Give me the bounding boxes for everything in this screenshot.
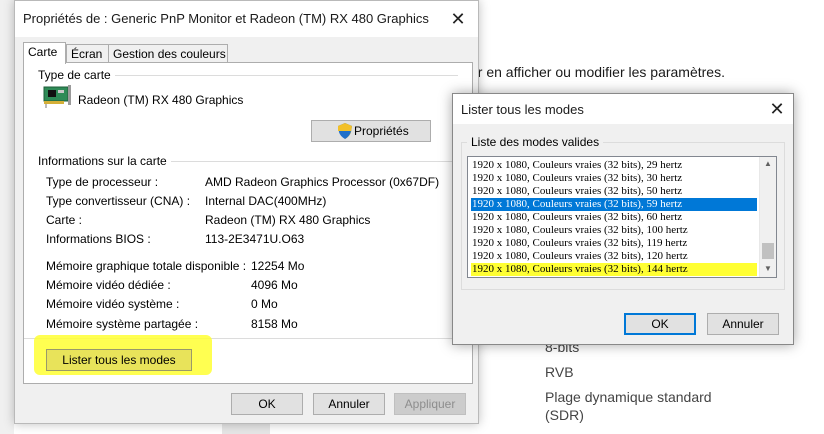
info-label-chip-type: Type de processeur : [46, 175, 159, 189]
memory-value-total: 12254 Mo [251, 259, 305, 273]
adapter-type-group-label: Type de carte [38, 68, 115, 82]
info-value-dac-type: Internal DAC(400MHz) [205, 194, 327, 208]
mode-item[interactable]: 1920 x 1080, Couleurs vraies (32 bits), … [471, 185, 757, 198]
adapter-tab-panel: Type de carte Radeon (TM) RX 480 Graphic… [23, 62, 473, 384]
dialog-close-icon[interactable]: ✕ [762, 95, 792, 123]
list-all-modes-button[interactable]: Lister tous les modes [46, 349, 192, 371]
shield-icon [338, 123, 352, 139]
title-bar: Propriétés de : Generic PnP Monitor et R… [15, 1, 478, 37]
modes-listbox[interactable]: 1920 x 1080, Couleurs vraies (32 bits), … [467, 156, 777, 278]
mode-item[interactable]: 1920 x 1080, Couleurs vraies (32 bits), … [471, 211, 757, 224]
info-label-adapter: Carte : [46, 213, 83, 227]
adapter-info-group-label: Informations sur la carte [38, 154, 171, 168]
graphics-card-icon [42, 84, 72, 110]
memory-value-dedicated: 4096 Mo [251, 278, 298, 292]
info-value-adapter: Radeon (TM) RX 480 Graphics [205, 213, 371, 227]
background-left-strip [0, 0, 14, 434]
adapter-type-group: Type de carte Radeon (TM) RX 480 Graphic… [38, 68, 458, 150]
adapter-name: Radeon (TM) RX 480 Graphics [78, 93, 244, 107]
scroll-down-arrow-icon[interactable]: ▼ [760, 262, 776, 276]
info-label-dac-type: Type convertisseur (CNA) : [46, 194, 191, 208]
cancel-button[interactable]: Annuler [313, 393, 385, 415]
memory-label-total: Mémoire graphique totale disponible : [46, 259, 247, 273]
dialog-title-bar: Lister tous les modes ✕ [453, 94, 793, 124]
mode-item[interactable]: 1920 x 1080, Couleurs vraies (32 bits), … [471, 224, 757, 237]
tab-color-management[interactable]: Gestion des couleurs [108, 44, 228, 63]
settings-color-space: Plage dynamique standard [545, 389, 712, 405]
memory-value-system-video: 0 Mo [251, 297, 278, 311]
dialog-cancel-button[interactable]: Annuler [707, 313, 779, 335]
apply-button[interactable]: Appliquer [394, 393, 466, 415]
mode-item[interactable]: 1920 x 1080, Couleurs vraies (32 bits), … [471, 237, 757, 250]
window-title: Propriétés de : Generic PnP Monitor et R… [23, 11, 429, 26]
adapter-properties-label: Propriétés [354, 124, 409, 138]
mode-item-selected[interactable]: 1920 x 1080, Couleurs vraies (32 bits), … [471, 198, 757, 211]
mode-item[interactable]: 1920 x 1080, Couleurs vraies (32 bits), … [471, 250, 757, 263]
mode-item-highlighted[interactable]: 1920 x 1080, Couleurs vraies (32 bits), … [471, 263, 757, 276]
adapter-properties-window: Propriétés de : Generic PnP Monitor et R… [14, 0, 479, 424]
mode-item[interactable]: 1920 x 1080, Couleurs vraies (32 bits), … [471, 172, 757, 185]
list-all-modes-dialog: Lister tous les modes ✕ Liste des modes … [452, 93, 794, 345]
settings-color-space-cont: (SDR) [545, 407, 584, 423]
tab-monitor[interactable]: Écran [66, 44, 109, 63]
info-value-bios: 113-2E3471U.O63 [205, 232, 305, 246]
adapter-info-group: Informations sur la carte Type de proces… [38, 154, 458, 342]
modes-scrollbar[interactable]: ▲ ▼ [759, 157, 776, 277]
adapter-properties-button[interactable]: Propriétés [311, 120, 431, 142]
scrollbar-thumb[interactable] [762, 243, 774, 259]
info-value-chip-type: AMD Radeon Graphics Processor (0x67DF) [205, 175, 440, 189]
ok-button[interactable]: OK [231, 393, 303, 415]
scroll-up-arrow-icon[interactable]: ▲ [760, 157, 776, 171]
dialog-ok-button[interactable]: OK [624, 313, 696, 335]
valid-modes-group-label: Liste des modes valides [467, 135, 604, 149]
memory-label-system-video: Mémoire vidéo système : [46, 297, 180, 311]
memory-label-shared: Mémoire système partagée : [46, 317, 199, 331]
memory-value-shared: 8158 Mo [251, 317, 298, 331]
info-label-bios: Informations BIOS : [46, 232, 151, 246]
settings-color-format: RVB [545, 364, 574, 380]
tab-adapter[interactable]: Carte [23, 42, 66, 64]
memory-label-dedicated: Mémoire vidéo dédiée : [46, 278, 171, 292]
dialog-title: Lister tous les modes [461, 102, 584, 117]
settings-description: ur en afficher ou modifier les paramètre… [470, 64, 725, 80]
mode-item[interactable]: 1920 x 1080, Couleurs vraies (32 bits), … [471, 159, 757, 172]
close-icon[interactable]: ✕ [443, 5, 473, 33]
